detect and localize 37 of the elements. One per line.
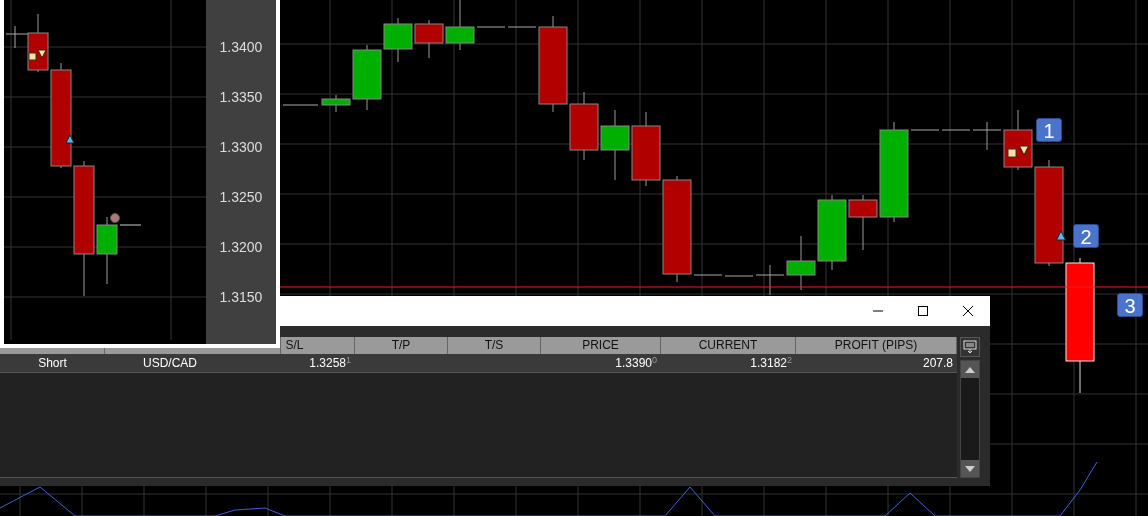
scroll-down-button[interactable] <box>961 460 979 477</box>
down-arrow-icon <box>965 465 975 472</box>
table-cell: 207.8 <box>922 356 953 370</box>
maximize-icon <box>917 305 929 317</box>
up-triangle-icon <box>1056 230 1066 241</box>
table-cell: 1.3182$^{2}$ <box>750 356 792 370</box>
axis-label: 1.3300 <box>219 140 263 154</box>
down-triangle-icon <box>37 49 47 59</box>
marker-badge: 2 <box>1073 224 1099 248</box>
marker-badge: 1 <box>1036 118 1062 142</box>
square-marker-icon <box>1007 148 1017 158</box>
down-triangle-icon <box>1019 145 1029 156</box>
candle <box>786 235 816 291</box>
square-marker-icon <box>28 52 37 61</box>
table-settings-icon[interactable] <box>960 337 980 357</box>
candle <box>445 0 475 51</box>
table-cell: 1.3390$^{0}$ <box>615 356 657 370</box>
table-cell: USD/CAD <box>143 356 197 370</box>
scroll-up-button[interactable] <box>961 361 979 378</box>
candle <box>569 91 599 161</box>
candle <box>414 19 444 59</box>
up-triangle-icon <box>65 134 75 144</box>
axis-label: 1.3350 <box>219 90 263 104</box>
axis-label: 1.3400 <box>219 40 263 54</box>
axis-label: 1.3250 <box>219 190 263 204</box>
table-cell: Short <box>38 356 67 370</box>
candle <box>600 109 630 181</box>
table-row[interactable]: Short USD/CAD 1.3258$^{1}$ 1.3390$^{0}$ 1.3182$^{2}$ 207.8 <box>0 354 957 373</box>
crosshair-icon <box>5 25 29 49</box>
scrollbar[interactable] <box>960 360 980 478</box>
circle-marker-icon <box>110 213 120 223</box>
close-icon <box>962 305 974 317</box>
axis-label: 1.3150 <box>219 290 263 304</box>
up-arrow-icon <box>965 366 975 373</box>
axis-label: 1.3200 <box>219 240 263 254</box>
marker-badge: 3 <box>1117 293 1143 317</box>
table-cell: 1.3258$^{1}$ <box>309 356 351 370</box>
